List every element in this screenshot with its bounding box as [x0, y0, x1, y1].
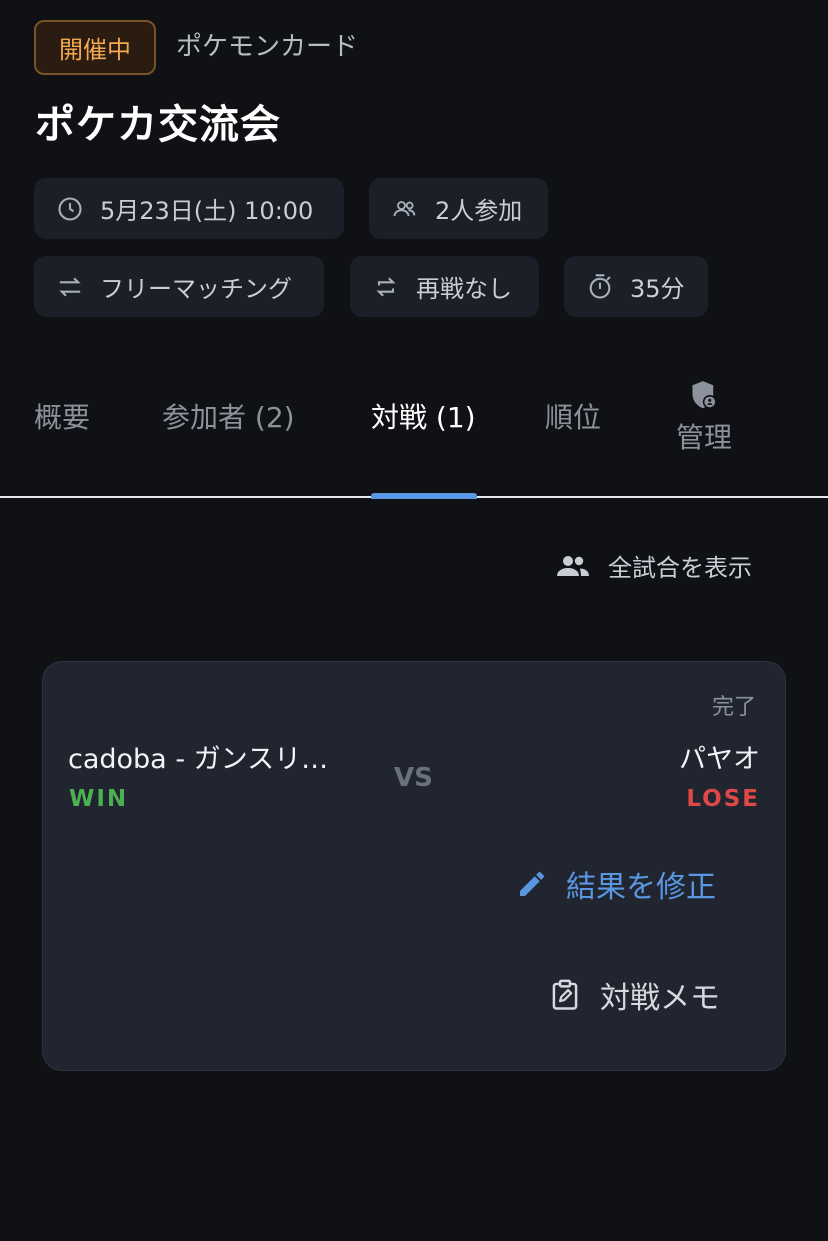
people-icon [391, 195, 419, 223]
edit-result-button[interactable]: 結果を修正 [516, 862, 716, 906]
shield-user-icon [692, 381, 717, 409]
tab-ranking[interactable]: 順位 [545, 396, 601, 440]
status-badge: 開催中 [34, 20, 156, 75]
vs-label: VS [394, 763, 433, 793]
player2-name: パヤオ [679, 744, 760, 775]
matching-chip: フリーマッチング [34, 256, 324, 317]
tab-matches[interactable]: 対戦 (1) [371, 396, 476, 440]
show-all-matches-button[interactable]: 全試合を表示 [556, 548, 752, 583]
repeat-icon [372, 273, 400, 301]
match-status: 完了 [712, 695, 757, 720]
duration-chip: 35分 [564, 256, 708, 317]
clock-icon [56, 195, 84, 223]
tab-participants[interactable]: 参加者 (2) [162, 396, 295, 440]
event-category: ポケモンカード [176, 32, 359, 62]
matching-label: フリーマッチング [100, 275, 292, 303]
datetime-label: 5月23日(土) 10:00 [100, 197, 314, 225]
duration-label: 35分 [630, 275, 685, 303]
tab-overview[interactable]: 概要 [34, 396, 90, 440]
edit-result-label: 結果を修正 [566, 870, 716, 905]
player2-result: LOSE [686, 786, 760, 812]
rematch-label: 再戦なし [416, 275, 512, 303]
rematch-chip: 再戦なし [350, 256, 539, 317]
clipboard-edit-icon [552, 979, 578, 1010]
match-memo-button[interactable]: 対戦メモ [550, 973, 720, 1017]
page-title: ポケカ交流会 [35, 102, 281, 148]
tab-admin-label: 管理 [675, 421, 732, 454]
player1-result: WIN [69, 786, 129, 812]
participants-chip: 2人参加 [369, 178, 548, 239]
player1-name: cadoba - ガンスリ… [68, 744, 329, 775]
swap-arrows-icon [56, 273, 84, 301]
datetime-chip: 5月23日(土) 10:00 [34, 178, 344, 239]
timer-icon [586, 273, 614, 301]
group-icon [557, 555, 589, 576]
pencil-icon [520, 871, 545, 896]
match-memo-label: 対戦メモ [600, 981, 720, 1016]
tab-admin[interactable]: 管理 [672, 380, 736, 456]
participants-label: 2人参加 [435, 197, 523, 225]
active-tab-indicator [371, 493, 477, 499]
show-all-label: 全試合を表示 [608, 554, 752, 582]
